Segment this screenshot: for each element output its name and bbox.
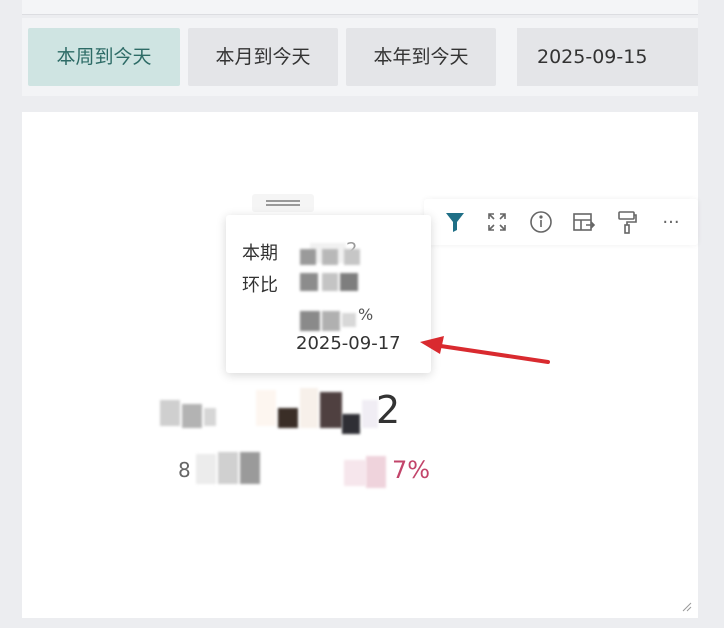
- tooltip-current-period-label: 本期: [242, 243, 278, 264]
- this-month-to-date-button[interactable]: 本月到今天: [188, 28, 338, 86]
- redacted-block: [240, 452, 260, 484]
- filter-icon[interactable]: [442, 209, 468, 235]
- redacted-block: [196, 454, 216, 484]
- redacted-block: [322, 311, 340, 331]
- redacted-block: [322, 273, 338, 291]
- redacted-block: [300, 273, 318, 291]
- this-year-to-date-button[interactable]: 本年到今天: [346, 28, 496, 86]
- tooltip-date: 2025-09-17: [296, 333, 401, 354]
- redacted-block: [300, 311, 320, 331]
- redacted-block: [344, 249, 360, 265]
- annotation-arrow: [420, 336, 550, 364]
- redacted-block: [300, 249, 316, 265]
- redacted-block: [256, 390, 276, 426]
- visual-toolbar: ···: [424, 199, 698, 245]
- info-icon[interactable]: [528, 209, 554, 235]
- redacted-block: [366, 456, 386, 488]
- redacted-block: [342, 414, 360, 434]
- redacted-block: [300, 388, 318, 428]
- resize-handle-icon[interactable]: [680, 600, 692, 612]
- redacted-block: [160, 400, 180, 426]
- kpi-change-prefix: 8: [178, 458, 191, 482]
- redacted-block: [342, 313, 356, 327]
- redacted-block: [320, 392, 342, 428]
- redacted-block: [182, 404, 202, 428]
- redacted-block: [322, 249, 338, 265]
- kpi-value-fragment: 2: [376, 388, 401, 432]
- more-icon[interactable]: ···: [658, 209, 684, 235]
- this-week-to-date-button[interactable]: 本周到今天: [28, 28, 180, 86]
- kpi-change-percent: 7%: [392, 456, 431, 484]
- redacted-block: [278, 408, 298, 428]
- data-tooltip: 本期 2 环比 % 2025-09-17: [226, 215, 431, 373]
- filter-bar: 本周到今天 本月到今天 本年到今天 2025-09-15: [22, 18, 698, 96]
- tooltip-mom-label: 环比: [242, 275, 278, 296]
- redacted-block: [218, 452, 238, 484]
- redacted-block: [340, 273, 358, 291]
- tooltip-percent-fragment: %: [358, 305, 374, 324]
- date-input[interactable]: 2025-09-15: [517, 28, 698, 86]
- redacted-block: [204, 408, 216, 426]
- top-strip: [22, 0, 698, 15]
- format-painter-icon[interactable]: [614, 209, 640, 235]
- drag-handle[interactable]: [252, 194, 314, 212]
- expand-icon[interactable]: [484, 209, 510, 235]
- redacted-block: [344, 460, 366, 486]
- export-icon[interactable]: [571, 209, 597, 235]
